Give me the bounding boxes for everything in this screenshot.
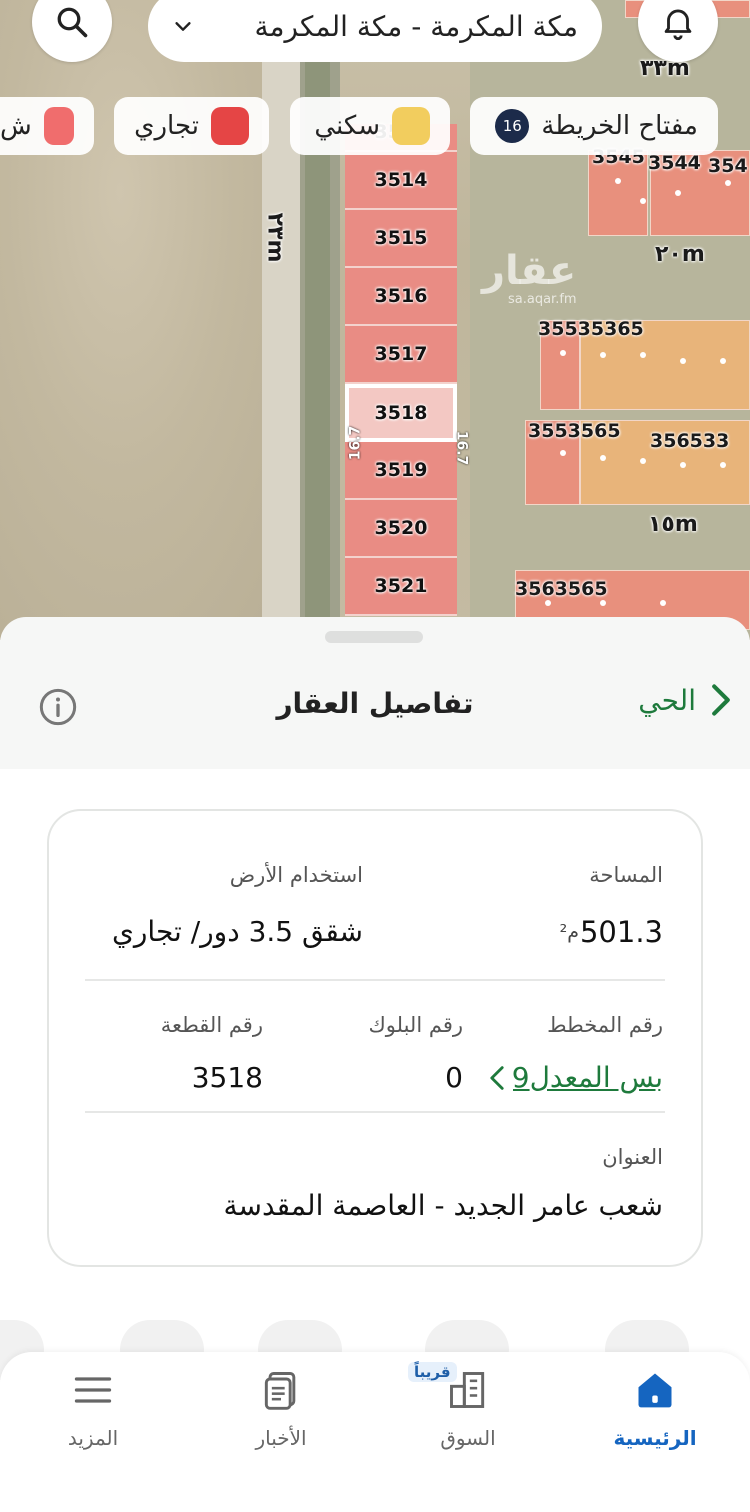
address-value: شعب عامر الجديد - العاصمة المقدسة <box>223 1189 663 1222</box>
block-number-value: 0 <box>445 1061 463 1094</box>
plan-number-value: بس المعدل9 <box>513 1061 663 1094</box>
land-use-label: استخدام الأرض <box>229 863 363 887</box>
map-parcel[interactable]: 3516 <box>345 268 457 326</box>
parcel-number: 3521 <box>374 575 428 597</box>
commercial-swatch <box>211 107 249 145</box>
property-info-card: المساحة 501.3 م² استخدام الأرض شقق 3.5 د… <box>47 809 703 1267</box>
parcel-number: 3516 <box>374 285 428 307</box>
area-value: 501.3 <box>579 915 663 949</box>
plot-number-label: رقم القطعة <box>160 1013 263 1037</box>
plan-number-link[interactable]: بس المعدل9 <box>489 1061 663 1094</box>
map-road <box>262 0 300 640</box>
chip-label: ش <box>0 111 32 141</box>
info-icon <box>39 688 77 726</box>
parcel-number: 3515 <box>374 227 428 249</box>
street-width-label: ٢٠m <box>655 242 705 267</box>
nav-news-label: الأخبار <box>255 1426 307 1450</box>
location-text: مكة المكرمة - مكة المكرمة <box>254 9 579 43</box>
sheet-header: الحي تفاصيل العقار <box>0 677 750 737</box>
nav-news[interactable]: الأخبار <box>206 1362 356 1472</box>
residential-swatch <box>392 107 430 145</box>
parcel-number: 3517 <box>374 343 428 365</box>
sheet-drag-handle[interactable] <box>325 631 423 643</box>
menu-icon <box>74 1377 112 1403</box>
parcel-number: 3518 <box>374 402 428 424</box>
parcel-dimension: 16.7 <box>453 430 470 466</box>
block-label: 356533 <box>650 430 730 452</box>
map-view[interactable]: 3513 3514 3515 3516 3517 3518 3519 3520 … <box>0 0 750 640</box>
chip-label: مفتاح الخريطة <box>541 111 698 141</box>
block-label: 354 <box>708 155 748 177</box>
bell-icon <box>664 9 692 40</box>
home-icon <box>638 1373 672 1408</box>
chevron-down-icon <box>175 22 191 31</box>
map-parcel[interactable]: 3521 <box>345 558 457 616</box>
parcel-number: 3514 <box>374 169 428 191</box>
chevron-left-icon <box>490 1065 504 1090</box>
address-label: العنوان <box>602 1145 663 1169</box>
street-width-label: ٢٣m <box>262 212 288 263</box>
search-icon <box>57 7 88 38</box>
sheet-title: تفاصيل العقار <box>276 687 474 720</box>
parcel-dimension: 16.7 <box>347 425 364 461</box>
chip-label: تجاري <box>134 111 199 141</box>
chip-label: سكني <box>314 111 380 141</box>
filter-chip-commercial[interactable]: تجاري <box>114 97 269 155</box>
parcel-column: 3513 3514 3515 3516 3517 3518 3519 3520 … <box>345 121 457 616</box>
map-parcel[interactable]: 3514 <box>345 152 457 210</box>
block-label: 35535365 <box>538 318 644 340</box>
bottom-navigation: الرئيسية قريباً السوق الأخبار المزيد <box>0 1352 750 1512</box>
block-label: 3563565 <box>515 578 608 600</box>
map-terrain <box>0 0 300 640</box>
filter-chip-other[interactable]: ش <box>0 97 94 155</box>
block-label: 3544 <box>648 152 701 174</box>
divider <box>85 1111 665 1113</box>
nav-market-label: السوق <box>440 1426 496 1450</box>
divider <box>85 979 665 981</box>
map-parcel[interactable]: 3517 <box>345 326 457 384</box>
map-legend-button[interactable]: مفتاح الخريطة 16 <box>470 97 718 155</box>
other-swatch <box>43 107 74 145</box>
block-number-label: رقم البلوك <box>368 1013 463 1037</box>
legend-count-badge: 16 <box>495 109 530 143</box>
info-button[interactable] <box>38 687 78 727</box>
nav-more[interactable]: المزيد <box>18 1362 168 1472</box>
parcel-number: 3520 <box>374 517 428 539</box>
news-icon <box>264 1372 296 1410</box>
land-use-value: شقق 3.5 دور/ تجاري <box>111 915 363 948</box>
map-parcel[interactable]: 3515 <box>345 210 457 268</box>
nav-home[interactable]: الرئيسية <box>580 1362 730 1472</box>
area-unit: م² <box>559 921 579 943</box>
map-parcel[interactable]: 3520 <box>345 500 457 558</box>
block-label: 3553565 <box>528 420 621 442</box>
parcel-number: 3519 <box>374 459 428 481</box>
filter-chip-residential[interactable]: سكني <box>290 97 450 155</box>
area-label: المساحة <box>589 863 663 887</box>
nav-home-label: الرئيسية <box>613 1426 697 1450</box>
map-watermark-url: sa.aqar.fm <box>508 292 577 307</box>
map-watermark: عقار <box>482 248 577 294</box>
nav-market[interactable]: قريباً السوق <box>393 1362 543 1472</box>
nav-more-label: المزيد <box>67 1426 119 1450</box>
plot-number-value: 3518 <box>191 1061 263 1094</box>
coming-soon-badge: قريباً <box>408 1362 457 1382</box>
street-width-label: ١٥m <box>648 512 698 537</box>
plan-number-label: رقم المخطط <box>547 1013 663 1037</box>
location-selector[interactable]: مكة المكرمة - مكة المكرمة <box>148 0 602 62</box>
